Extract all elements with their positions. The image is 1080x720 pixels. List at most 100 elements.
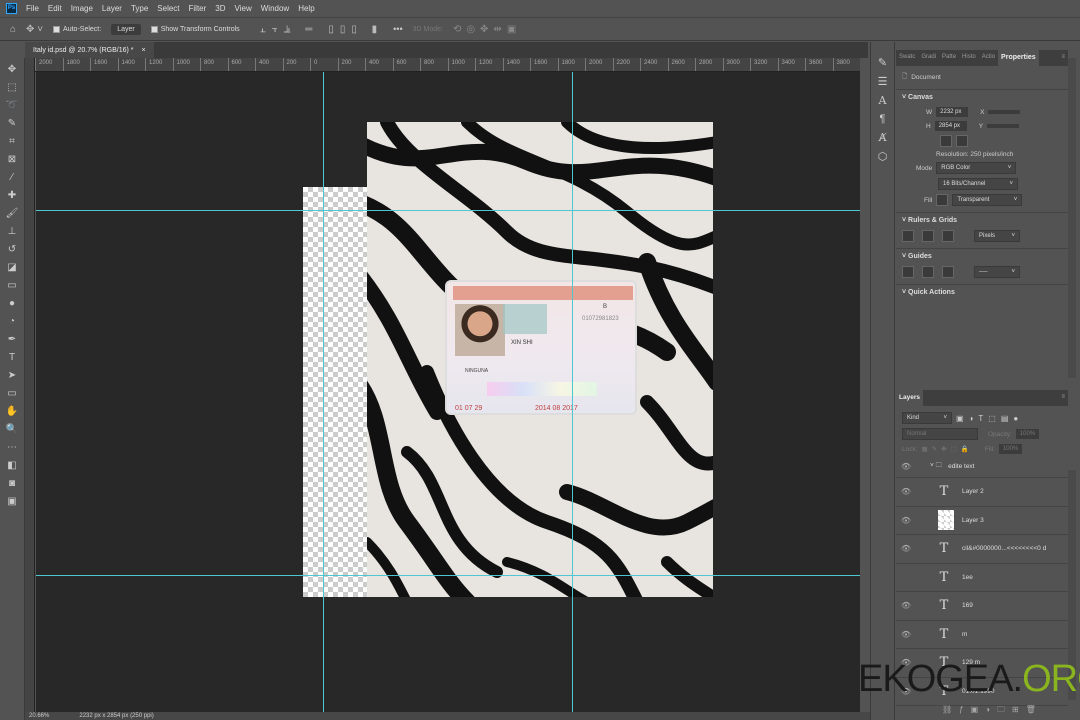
layer-fill-field[interactable]: 100% [998, 444, 1023, 454]
visibility-eye-icon[interactable]: 👁 [896, 630, 916, 639]
more-options-button[interactable]: ••• [393, 24, 402, 34]
quick-mask-icon[interactable]: ◙ [9, 476, 15, 491]
gradient-tool-icon[interactable]: ▭ [7, 278, 16, 293]
visibility-eye-icon[interactable]: 👁 [896, 516, 916, 525]
dodge-tool-icon[interactable]: ◔ [9, 314, 15, 329]
canvas-area[interactable]: B 01072981823 XIN SHI NINGUNA 01 07 29 2… [36, 72, 860, 712]
rectangle-tool-icon[interactable]: ▭ [7, 386, 16, 401]
tab-layers[interactable]: Layers [896, 390, 923, 406]
3d-tools-icons[interactable]: ⟲◎✥⇹▣ [453, 24, 521, 35]
document-info[interactable]: 2232 px x 2854 px (250 ppi) [79, 712, 153, 720]
marquee-tool-icon[interactable]: ⬚ [7, 80, 16, 95]
mode-dropdown[interactable]: RGB Color ˅ [936, 162, 1017, 174]
tab-history[interactable]: Histo [959, 50, 979, 66]
glyphs-icon[interactable]: Ⱥ [879, 131, 887, 144]
blend-mode-dropdown[interactable]: Normal [902, 428, 978, 440]
panel-menu-icon[interactable]: ≡ [1058, 50, 1068, 66]
width-field[interactable]: 2232 px [936, 107, 969, 117]
clone-stamp-icon[interactable]: ⊥ [8, 224, 17, 239]
visibility-eye-icon[interactable]: 👁 [896, 544, 916, 553]
show-guides-icon[interactable] [902, 266, 914, 278]
layer-row[interactable]: T 1ee [896, 564, 1068, 592]
history-brush-icon[interactable]: ↺ [8, 242, 16, 257]
menu-filter[interactable]: Filter [189, 4, 207, 13]
menu-select[interactable]: Select [157, 4, 179, 13]
guide-vertical[interactable] [572, 72, 573, 712]
guide-horizontal[interactable] [36, 575, 860, 576]
blur-tool-icon[interactable]: ● [9, 296, 15, 311]
canvas-section-header[interactable]: ˅ Canvas [896, 89, 1068, 105]
layer-row[interactable]: 👁 T 169 [896, 592, 1068, 621]
y-field[interactable] [987, 124, 1020, 128]
menu-image[interactable]: Image [71, 4, 93, 13]
character-icon[interactable]: A [879, 94, 887, 107]
ruler-units-dropdown[interactable]: Pixels ˅ [974, 230, 1020, 242]
filter-icons[interactable]: ▣◑T⬚▤● [956, 414, 1023, 423]
align-icons[interactable]: ⫠⫟⫡ ═ [260, 24, 319, 35]
fill-dropdown[interactable]: Transparent ˅ [952, 194, 1023, 206]
visibility-eye-icon[interactable]: 👁 [896, 462, 916, 471]
lock-icons[interactable]: ▦✎✥⬚🔒 [922, 445, 973, 453]
hand-tool-icon[interactable]: ✋ [6, 404, 18, 419]
tab-gradients[interactable]: Gradi [918, 50, 939, 66]
smart-guides-icon[interactable] [922, 266, 934, 278]
healing-brush-icon[interactable]: ✚ [8, 188, 16, 203]
move-tool-icon[interactable]: ✥ ˅ [26, 24, 43, 35]
paragraph-icon[interactable]: ¶ [880, 113, 886, 125]
layer-footer-icons[interactable]: ⛓ƒ▣◑🗀⊞🗑 [942, 704, 1043, 718]
layer-row[interactable]: 👁 Tm [896, 621, 1068, 649]
more-tools-icon[interactable]: ⋯ [7, 440, 17, 455]
opacity-field[interactable]: 100% [1015, 429, 1040, 439]
pen-tool-icon[interactable]: ✒ [8, 332, 16, 347]
menu-layer[interactable]: Layer [102, 4, 122, 13]
frame-tool-icon[interactable]: ⊠ [8, 152, 16, 167]
layer-row[interactable]: 👁 Layer 3 [896, 507, 1068, 535]
brush-settings-icon[interactable]: ✎ [878, 56, 887, 69]
3d-icon[interactable]: ⬡ [878, 150, 888, 163]
show-transform-checkbox[interactable]: Show Transform Controls [150, 25, 240, 33]
lock-guides-icon[interactable] [942, 266, 954, 278]
auto-select-checkbox[interactable]: Auto-Select: [53, 25, 101, 33]
portrait-icon[interactable] [940, 135, 952, 147]
height-field[interactable]: 2854 px [934, 121, 967, 131]
zoom-level[interactable]: 20.66% [29, 712, 49, 720]
close-tab-icon[interactable]: × [141, 47, 145, 54]
menu-file[interactable]: File [26, 4, 39, 13]
menu-help[interactable]: Help [298, 4, 314, 13]
guide-vertical[interactable] [323, 72, 324, 712]
quick-select-icon[interactable]: ✎ [8, 116, 16, 131]
move-tool-icon[interactable]: ✥ [8, 62, 16, 77]
eraser-icon[interactable]: ◪ [7, 260, 16, 275]
visibility-eye-icon[interactable]: 👁 [896, 601, 916, 610]
tab-italy-id[interactable]: Italy id.psd @ 20.7% (RGB/16) * × [25, 42, 154, 58]
layer-row[interactable]: 👁 Tcil&#0000000...<<<<<<<<0 d [896, 535, 1068, 564]
guide-style-dropdown[interactable]: ── ˅ [974, 266, 1020, 278]
rulers-toggle-icon[interactable] [902, 230, 914, 242]
adjustments-icon[interactable]: ☰ [878, 75, 888, 88]
menu-edit[interactable]: Edit [48, 4, 62, 13]
grid-toggle-icon[interactable] [922, 230, 934, 242]
tab-actions[interactable]: Actio [979, 50, 998, 66]
guides-section-header[interactable]: ˅ Guides [896, 248, 1068, 264]
layer-group[interactable]: 👁 ˅ 🗀 edite text [896, 456, 1068, 478]
quick-actions-section-header[interactable]: ˅ Quick Actions [896, 284, 1068, 300]
type-tool-icon[interactable]: T [9, 350, 15, 365]
eyedropper-icon[interactable]: ⁄ [11, 170, 13, 185]
auto-select-target-dropdown[interactable]: Layer [111, 23, 141, 35]
guide-horizontal[interactable] [36, 210, 860, 211]
pixel-grid-icon[interactable] [942, 230, 954, 242]
color-swatches-icon[interactable]: ◧ [7, 458, 16, 473]
screen-mode-icon[interactable]: ▣ [7, 494, 16, 509]
layer-kind-dropdown[interactable]: Kind ˅ [902, 412, 952, 424]
path-select-icon[interactable]: ➤ [8, 368, 16, 383]
menu-3d[interactable]: 3D [215, 4, 225, 13]
menu-window[interactable]: Window [261, 4, 289, 13]
crop-tool-icon[interactable]: ⌗ [9, 134, 15, 149]
bit-depth-dropdown[interactable]: 16 Bits/Channel ˅ [938, 178, 1018, 190]
x-field[interactable] [988, 110, 1021, 114]
menu-view[interactable]: View [235, 4, 252, 13]
brush-tool-icon[interactable]: 🖌 [6, 206, 19, 221]
home-icon[interactable]: ⌂ [10, 24, 16, 35]
zoom-tool-icon[interactable]: 🔍 [6, 422, 18, 437]
tab-patterns[interactable]: Patte [939, 50, 959, 66]
